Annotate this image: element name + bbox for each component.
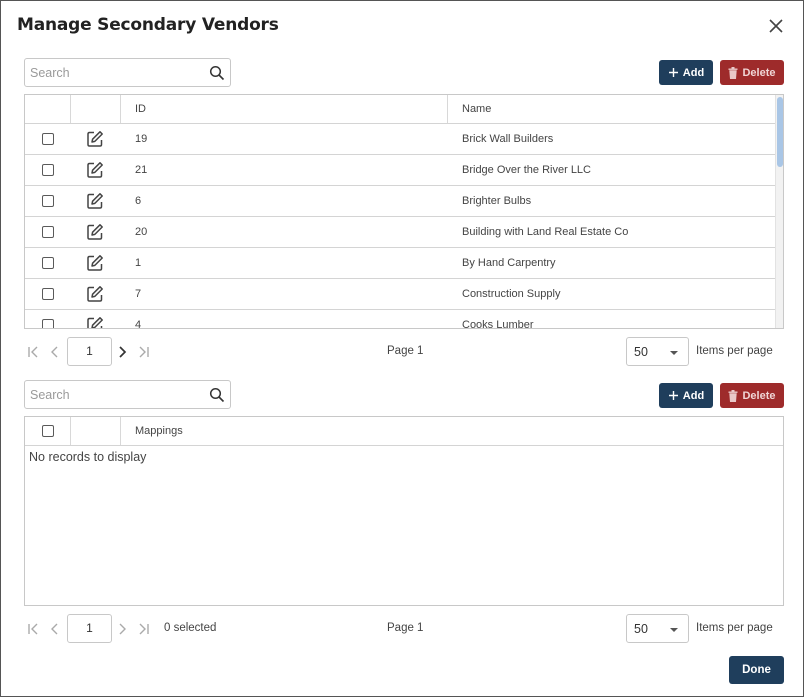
chevron-down-icon: [670, 351, 678, 355]
cell-name: Bridge Over the River LLC: [462, 164, 591, 176]
trash-icon: [728, 66, 738, 79]
page-size-value: 50: [634, 345, 648, 359]
page-size-select[interactable]: 50: [626, 614, 689, 643]
vendor-delete-label: Delete: [742, 66, 776, 79]
vendors-grid-header: ID Name: [25, 95, 783, 124]
select-all-checkbox[interactable]: [42, 425, 54, 437]
edit-icon[interactable]: [86, 192, 104, 210]
mapping-add-button[interactable]: Add: [659, 383, 713, 408]
page-size-select[interactable]: 50: [626, 337, 689, 366]
edit-icon[interactable]: [86, 316, 104, 328]
mappings-grid: Mappings No records to display: [24, 416, 784, 606]
vendor-add-button[interactable]: Add: [659, 60, 713, 85]
edit-icon[interactable]: [86, 254, 104, 272]
trash-icon: [728, 389, 738, 402]
cell-name: Brighter Bulbs: [462, 195, 532, 207]
table-row: 19 Brick Wall Builders: [25, 124, 775, 155]
previous-page-icon[interactable]: [48, 345, 62, 359]
cell-id: 19: [135, 133, 148, 145]
selected-count: 0 selected: [164, 622, 217, 634]
plus-icon: [668, 391, 678, 400]
table-row: 1 By Hand Carpentry: [25, 248, 775, 279]
dialog-title: Manage Secondary Vendors: [17, 15, 279, 35]
mapping-add-label: Add: [682, 389, 705, 402]
scrollbar-thumb[interactable]: [777, 97, 783, 167]
manage-secondary-vendors-dialog: Manage Secondary Vendors Add Delete ID N…: [0, 0, 804, 697]
row-checkbox[interactable]: [42, 164, 54, 176]
row-checkbox[interactable]: [42, 257, 54, 269]
search-icon[interactable]: [209, 65, 225, 81]
cell-name: Brick Wall Builders: [462, 133, 554, 145]
table-row: 7 Construction Supply: [25, 279, 775, 310]
page-number-input[interactable]: 1: [67, 614, 112, 643]
vendor-add-label: Add: [682, 66, 705, 79]
cell-name: Building with Land Real Estate Co: [462, 226, 629, 238]
column-header-name[interactable]: Name: [462, 103, 491, 115]
mapping-search: [24, 380, 231, 409]
edit-icon[interactable]: [86, 285, 104, 303]
table-row: 21 Bridge Over the River LLC: [25, 155, 775, 186]
next-page-icon[interactable]: [115, 345, 129, 359]
page-info: Page 1: [387, 345, 424, 357]
column-header-mappings[interactable]: Mappings: [135, 425, 183, 437]
first-page-icon[interactable]: [26, 345, 40, 359]
plus-icon: [668, 68, 678, 77]
page-info: Page 1: [387, 622, 424, 634]
mappings-grid-header: Mappings: [25, 417, 783, 446]
cell-id: 20: [135, 226, 148, 238]
vendor-search: [24, 58, 231, 87]
items-per-page-label: Items per page: [696, 622, 773, 634]
vendor-delete-button[interactable]: Delete: [720, 60, 784, 85]
first-page-icon[interactable]: [26, 622, 40, 636]
vendors-pager: 1 Page 1 50 Items per page: [24, 337, 784, 367]
search-icon[interactable]: [209, 387, 225, 403]
vendors-grid: ID Name 19 Brick Wall Builders 21 Bridge…: [24, 94, 784, 329]
items-per-page-label: Items per page: [696, 345, 773, 357]
row-checkbox[interactable]: [42, 133, 54, 145]
cell-id: 6: [135, 195, 142, 207]
page-size-value: 50: [634, 622, 648, 636]
cell-id: 7: [135, 288, 142, 300]
table-row: 4 Cooks Lumber: [25, 310, 775, 329]
cell-id: 21: [135, 164, 148, 176]
edit-icon[interactable]: [86, 223, 104, 241]
row-checkbox[interactable]: [42, 195, 54, 207]
row-checkbox[interactable]: [42, 319, 54, 328]
table-row: 20 Building with Land Real Estate Co: [25, 217, 775, 248]
mapping-delete-button[interactable]: Delete: [720, 383, 784, 408]
edit-icon[interactable]: [86, 130, 104, 148]
table-row: 6 Brighter Bulbs: [25, 186, 775, 217]
cell-id: 4: [135, 319, 142, 329]
last-page-icon[interactable]: [137, 622, 151, 636]
done-button[interactable]: Done: [729, 656, 784, 684]
mapping-delete-label: Delete: [742, 389, 776, 402]
cell-name: By Hand Carpentry: [462, 257, 556, 269]
next-page-icon[interactable]: [115, 622, 129, 636]
previous-page-icon[interactable]: [48, 622, 62, 636]
cell-name: Construction Supply: [462, 288, 561, 300]
row-checkbox[interactable]: [42, 288, 54, 300]
cell-id: 1: [135, 257, 142, 269]
mappings-pager: 1 0 selected Page 1 50 Items per page: [24, 614, 784, 644]
vendors-scrollbar[interactable]: [775, 95, 783, 328]
edit-icon[interactable]: [86, 161, 104, 179]
mapping-search-input[interactable]: [25, 381, 200, 408]
vendor-search-input[interactable]: [25, 59, 200, 86]
empty-state: No records to display: [29, 450, 147, 464]
close-icon[interactable]: [765, 15, 787, 37]
last-page-icon[interactable]: [137, 345, 151, 359]
column-header-id[interactable]: ID: [135, 103, 146, 115]
page-number-input[interactable]: 1: [67, 337, 112, 366]
chevron-down-icon: [670, 628, 678, 632]
cell-name: Cooks Lumber: [462, 319, 534, 329]
row-checkbox[interactable]: [42, 226, 54, 238]
